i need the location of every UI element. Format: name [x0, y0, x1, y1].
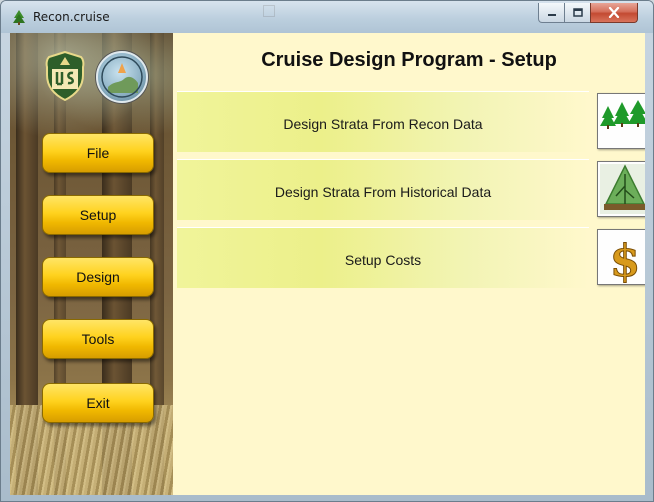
- maximize-button[interactable]: [564, 3, 591, 23]
- close-icon: [608, 7, 620, 18]
- option-label: Design Strata From Recon Data: [283, 116, 483, 132]
- svg-text:$: $: [610, 236, 641, 284]
- page-title: Cruise Design Program - Setup: [261, 49, 557, 71]
- tools-button[interactable]: Tools: [42, 319, 154, 359]
- dollar-icon-graphic: $: [609, 236, 641, 288]
- client-area: File Setup Design Tools Exit Cruise Desi…: [10, 33, 645, 495]
- tree-chart-icon[interactable]: [597, 161, 645, 217]
- title-bar[interactable]: Recon.cruise: [1, 1, 653, 33]
- tree-chart-icon-graphic: [600, 164, 645, 214]
- app-window: Recon.cruise File Setup Design Tools Exi…: [0, 0, 654, 502]
- design-button[interactable]: Design: [42, 257, 154, 297]
- option-label: Design Strata From Historical Data: [274, 184, 492, 200]
- minimize-button[interactable]: [538, 3, 565, 23]
- setup-costs-button[interactable]: Setup Costs: [177, 227, 589, 288]
- dollar-icon[interactable]: $: [597, 229, 645, 288]
- seal-emblem-icon: [101, 56, 143, 98]
- app-tree-icon: [13, 10, 25, 25]
- usfs-shield-icon: [45, 51, 85, 101]
- sidebar: File Setup Design Tools Exit: [10, 33, 173, 495]
- maximize-icon: [572, 8, 583, 17]
- trees-icon[interactable]: [597, 93, 645, 149]
- ghost-tab: [263, 5, 413, 23]
- window-title: Recon.cruise: [33, 10, 110, 24]
- trees-icon-graphic: [600, 100, 645, 129]
- exit-button[interactable]: Exit: [42, 383, 154, 423]
- seal-icon: [96, 51, 148, 103]
- file-button[interactable]: File: [42, 133, 154, 173]
- design-strata-recon-button[interactable]: Design Strata From Recon Data: [177, 91, 589, 152]
- minimize-icon: [547, 13, 556, 16]
- setup-button[interactable]: Setup: [42, 195, 154, 235]
- design-strata-historical-button[interactable]: Design Strata From Historical Data: [177, 159, 589, 220]
- close-button[interactable]: [590, 3, 638, 23]
- option-label: Setup Costs: [344, 252, 422, 268]
